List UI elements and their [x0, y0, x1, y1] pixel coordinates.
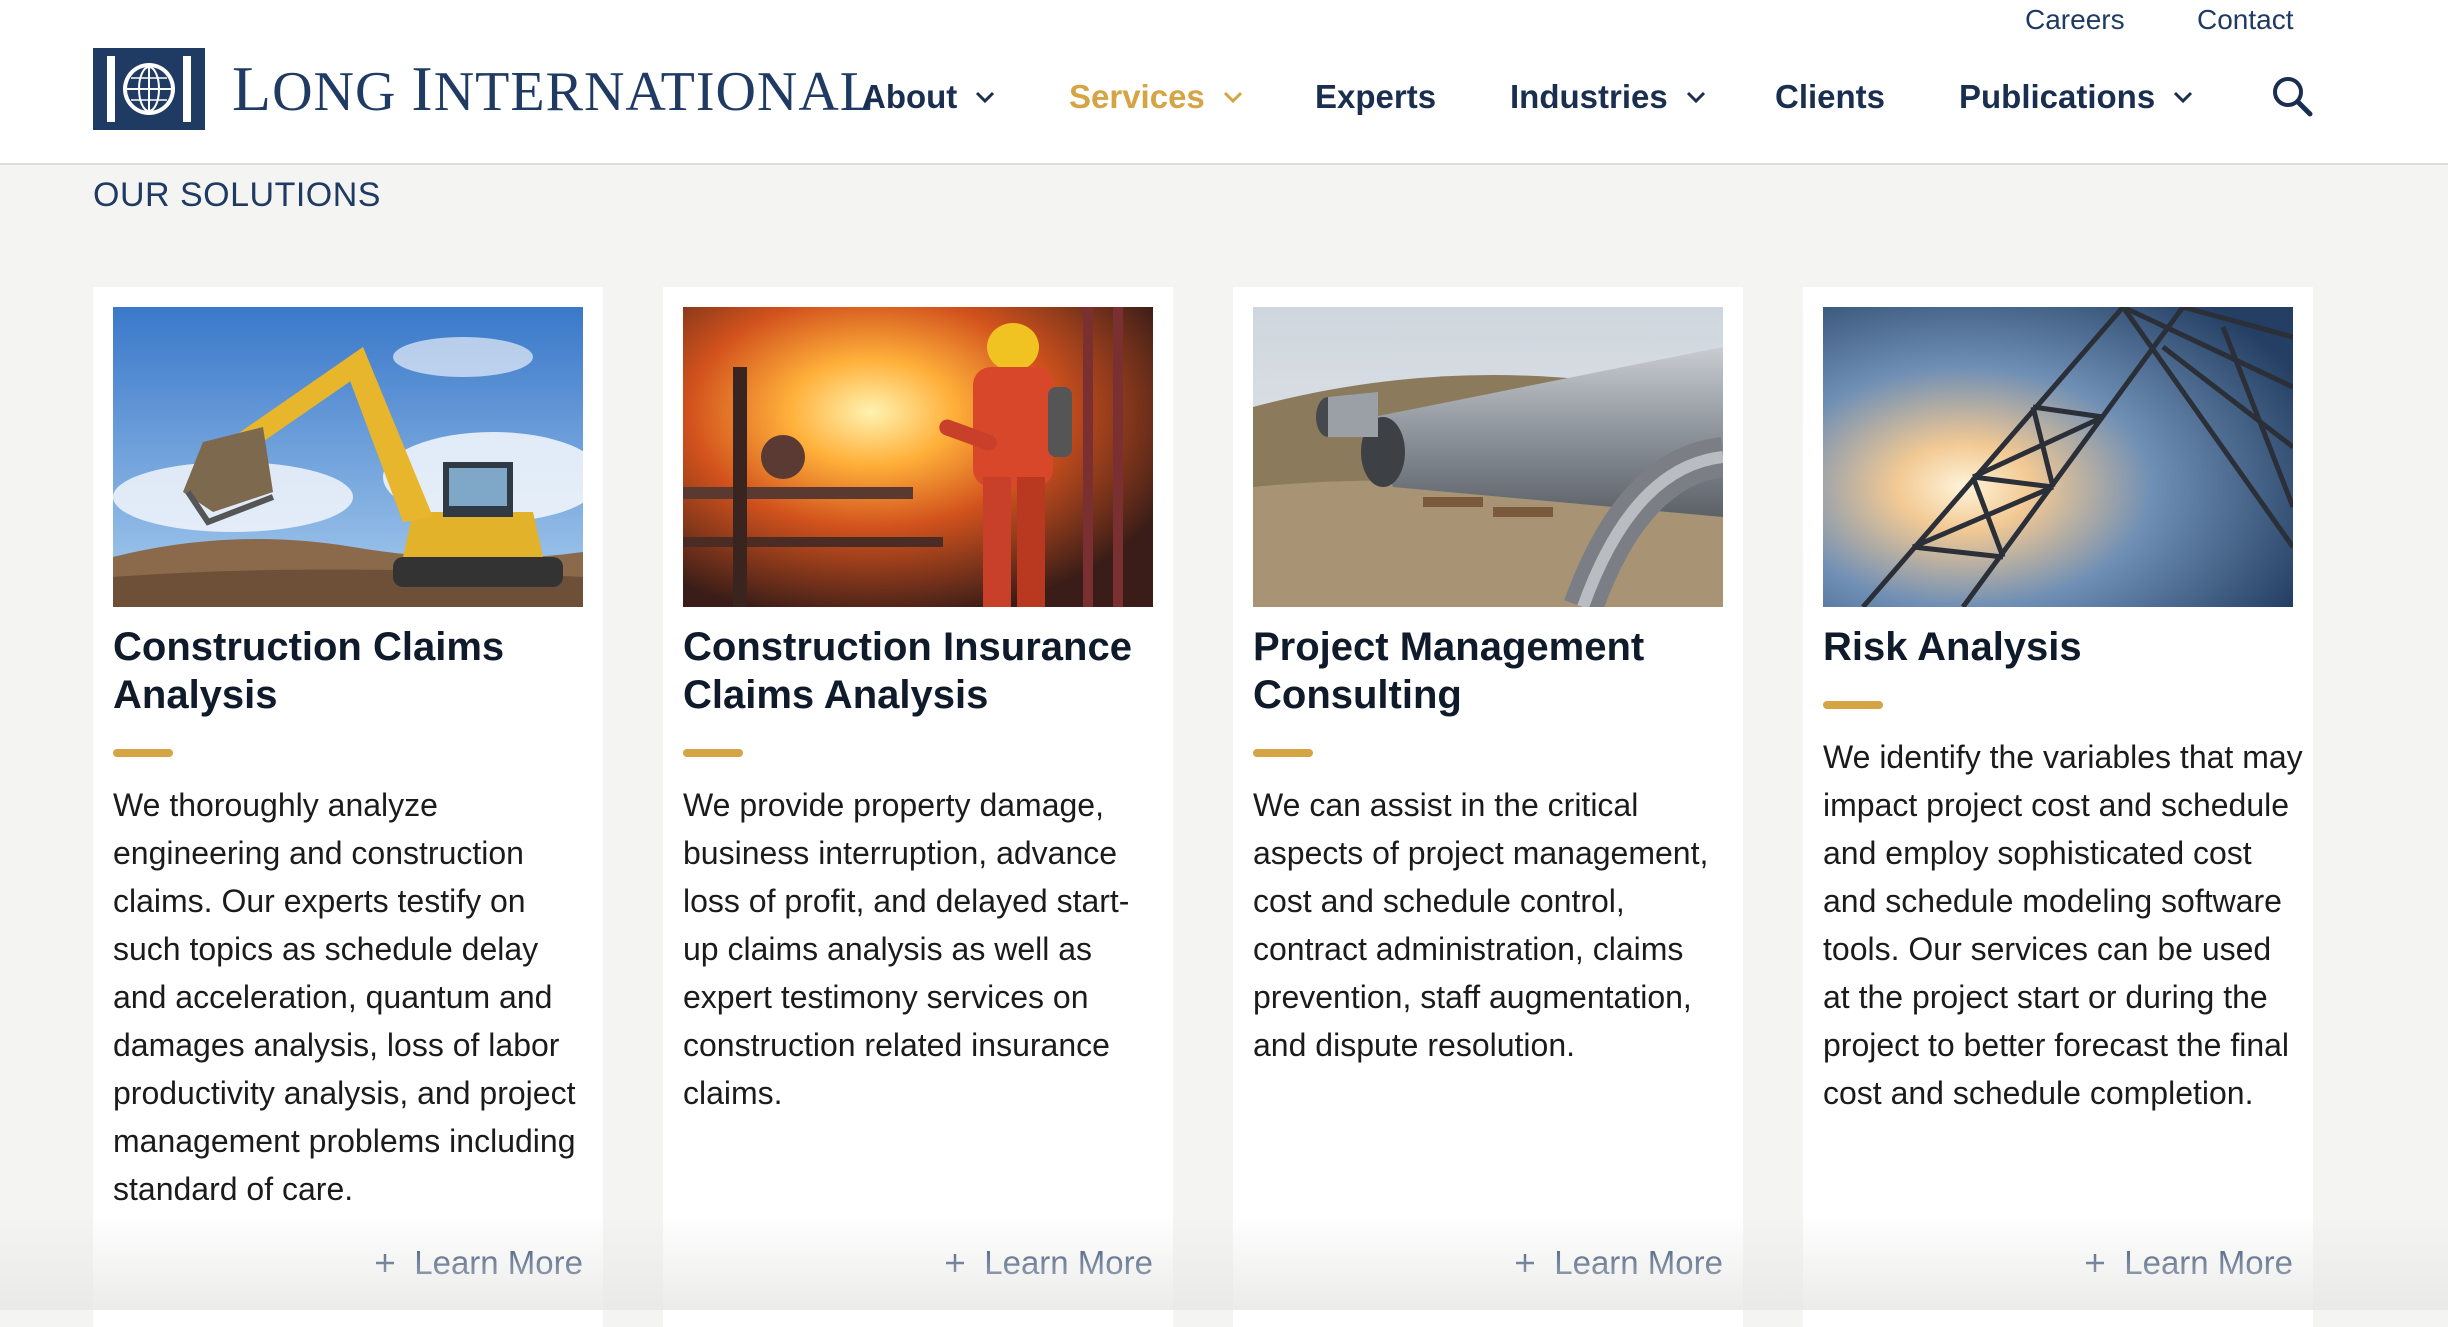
- solution-card: Construction Claims Analysis We thorough…: [93, 287, 603, 1327]
- chevron-down-icon: [1223, 91, 1242, 104]
- accent-divider: [113, 749, 173, 757]
- plus-icon: [946, 1254, 965, 1272]
- card-title: Risk Analysis: [1823, 625, 2082, 669]
- section-title: OUR SOLUTIONS: [93, 176, 381, 214]
- solution-card: Risk Analysis We identify the variables …: [1803, 287, 2313, 1327]
- careers-link[interactable]: Careers: [2025, 4, 2125, 36]
- accent-divider: [1253, 749, 1313, 757]
- solution-card: Project Management Consulting We can ass…: [1233, 287, 1743, 1327]
- accent-divider: [1823, 701, 1883, 709]
- pipeline-photo: [1253, 307, 1723, 607]
- learn-more-link[interactable]: Learn More: [1514, 1244, 1723, 1282]
- learn-more-label: Learn More: [1554, 1244, 1723, 1281]
- logo-wordmark[interactable]: LONG INTERNATIONAL: [232, 52, 875, 126]
- nav-experts-label: Experts: [1315, 78, 1437, 115]
- logo-text-nternational: NTERNATIONAL: [433, 61, 876, 123]
- pipeline-image: [1253, 307, 1723, 607]
- nav-about-label: About: [862, 78, 958, 115]
- search-icon[interactable]: [2270, 74, 2314, 118]
- learn-more-link[interactable]: Learn More: [944, 1244, 1153, 1282]
- firefighter-photo: [683, 307, 1153, 607]
- plus-icon: [1516, 1254, 1535, 1272]
- nav-services[interactable]: Services: [1069, 78, 1243, 116]
- card-description: We identify the variables that may impac…: [1823, 739, 2303, 1111]
- card-description: We thoroughly analyze engineering and co…: [113, 787, 576, 1207]
- logo-initial-l: L: [232, 53, 273, 124]
- learn-more-label: Learn More: [414, 1244, 583, 1281]
- card-description: We can assist in the critical aspects of…: [1253, 787, 1709, 1063]
- card-title: Project Management Consulting: [1253, 625, 1645, 717]
- learn-more-label: Learn More: [984, 1244, 1153, 1281]
- plus-icon: [376, 1254, 395, 1272]
- excavator-photo: [113, 307, 583, 607]
- nav-clients[interactable]: Clients: [1775, 78, 1885, 116]
- power-tower-photo: [1823, 307, 2293, 607]
- firefighter-image: [683, 307, 1153, 607]
- nav-industries[interactable]: Industries: [1510, 78, 1706, 116]
- card-title: Construction Claims Analysis: [113, 625, 505, 717]
- nav-industries-label: Industries: [1510, 78, 1668, 115]
- excavator-image: [113, 307, 583, 607]
- solution-card: Construction Insurance Claims Analysis W…: [663, 287, 1173, 1327]
- nav-services-label: Services: [1069, 78, 1205, 115]
- accent-divider: [683, 749, 743, 757]
- learn-more-link[interactable]: Learn More: [2084, 1244, 2293, 1282]
- power-tower-image: [1823, 307, 2293, 607]
- nav-about[interactable]: About: [862, 78, 995, 116]
- chevron-down-icon: [1686, 91, 1705, 104]
- logo-initial-i: I: [411, 53, 434, 124]
- nav-publications[interactable]: Publications: [1959, 78, 2193, 116]
- learn-more-label: Learn More: [2124, 1244, 2293, 1281]
- nav-publications-label: Publications: [1959, 78, 2156, 115]
- nav-clients-label: Clients: [1775, 78, 1886, 115]
- logo-text-ong: ONG: [272, 61, 412, 123]
- plus-icon: [2086, 1254, 2105, 1272]
- nav-experts[interactable]: Experts: [1315, 78, 1436, 116]
- site-header: Careers Contact LONG INTERNATIONAL About…: [0, 0, 2448, 165]
- card-description: We provide property damage, business int…: [683, 787, 1130, 1111]
- contact-link[interactable]: Contact: [2197, 4, 2294, 36]
- learn-more-link[interactable]: Learn More: [374, 1244, 583, 1282]
- logo-globe-icon[interactable]: [93, 48, 205, 130]
- card-title: Construction Insurance Claims Analysis: [683, 625, 1132, 717]
- chevron-down-icon: [2174, 91, 2193, 104]
- chevron-down-icon: [976, 91, 995, 104]
